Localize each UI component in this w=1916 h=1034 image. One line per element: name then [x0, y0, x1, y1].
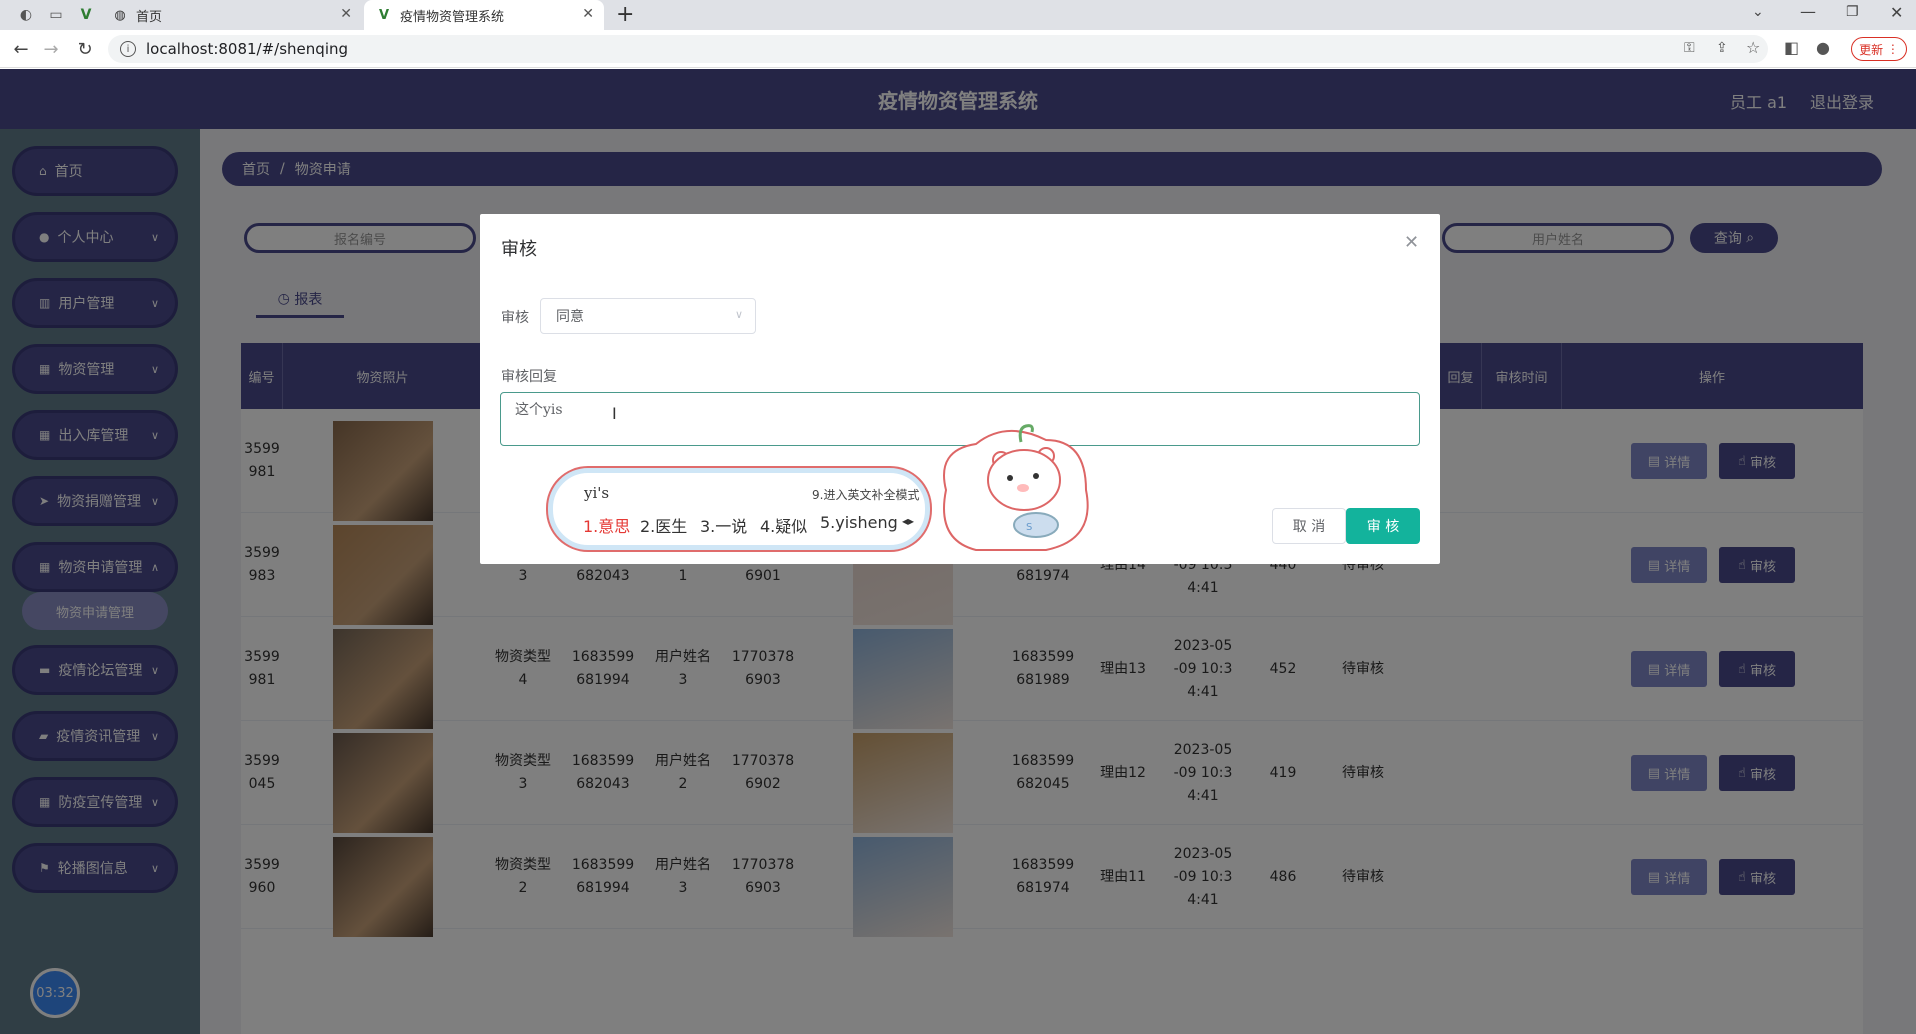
- tab-list-icon[interactable]: ⌄: [1752, 4, 1764, 20]
- restore-icon[interactable]: ❐: [1846, 4, 1859, 20]
- forward-icon[interactable]: →: [40, 38, 62, 60]
- vue-tab-icon[interactable]: V: [76, 5, 96, 25]
- close-icon[interactable]: ✕: [1404, 232, 1419, 253]
- ime-composition: yi's: [584, 484, 610, 502]
- tab-epidemic-system[interactable]: V 疫情物资管理系统 ✕: [364, 0, 604, 30]
- ime-candidate-5[interactable]: 5.yisheng: [820, 513, 898, 532]
- back-icon[interactable]: ←: [10, 38, 32, 60]
- close-tab-icon[interactable]: ✕: [582, 6, 594, 22]
- vue-icon: V: [378, 7, 390, 23]
- ime-mascot-icon: S: [943, 424, 1089, 551]
- text-cursor-icon: I: [612, 404, 617, 423]
- site-info-icon[interactable]: i: [120, 41, 136, 57]
- minimize-icon[interactable]: —: [1800, 2, 1816, 21]
- svg-text:S: S: [1026, 522, 1032, 533]
- confirm-audit-button[interactable]: 审 核: [1346, 508, 1420, 544]
- close-tab-icon[interactable]: ✕: [340, 6, 352, 22]
- ime-candidate-3[interactable]: 3.一说: [700, 513, 747, 537]
- dialog-title: 审核: [501, 239, 537, 260]
- ime-candidate-2[interactable]: 2.医生: [640, 513, 687, 537]
- update-button[interactable]: 更新 ⋮: [1851, 37, 1907, 61]
- window-close-icon[interactable]: ✕: [1890, 3, 1903, 22]
- ime-tip[interactable]: 9.进入英文补全模式: [812, 486, 919, 503]
- side-panel-icon[interactable]: ◧: [1784, 38, 1799, 57]
- reload-icon[interactable]: ↻: [74, 38, 96, 60]
- audit-reply-label: 审核回复: [501, 369, 557, 385]
- ime-page-arrows-icon[interactable]: ◂▸: [902, 514, 914, 528]
- cancel-button[interactable]: 取 消: [1272, 508, 1346, 544]
- tab-home[interactable]: ◍ 首页 ✕: [100, 0, 362, 30]
- ime-candidate-4[interactable]: 4.疑似: [760, 513, 807, 537]
- globe-icon: ◍: [114, 7, 126, 23]
- audit-label: 审核: [501, 310, 529, 326]
- bookmark-star-icon[interactable]: ☆: [1746, 38, 1760, 57]
- browser-app-icon[interactable]: ◐: [16, 5, 36, 25]
- key-icon[interactable]: ⚿: [1684, 40, 1695, 56]
- pinned-tab-icon[interactable]: ▭: [46, 5, 66, 25]
- audit-select[interactable]: 同意 ∨: [540, 298, 756, 334]
- share-icon[interactable]: ⇪: [1716, 40, 1728, 56]
- ime-candidate-window: [548, 468, 930, 550]
- url-field[interactable]: i localhost:8081/#/shenqing: [108, 35, 1768, 63]
- chevron-down-icon: ∨: [734, 308, 743, 321]
- ime-candidate-1[interactable]: 1.意思: [583, 513, 630, 537]
- profile-icon[interactable]: ●: [1816, 38, 1830, 57]
- new-tab-button[interactable]: +: [616, 2, 634, 27]
